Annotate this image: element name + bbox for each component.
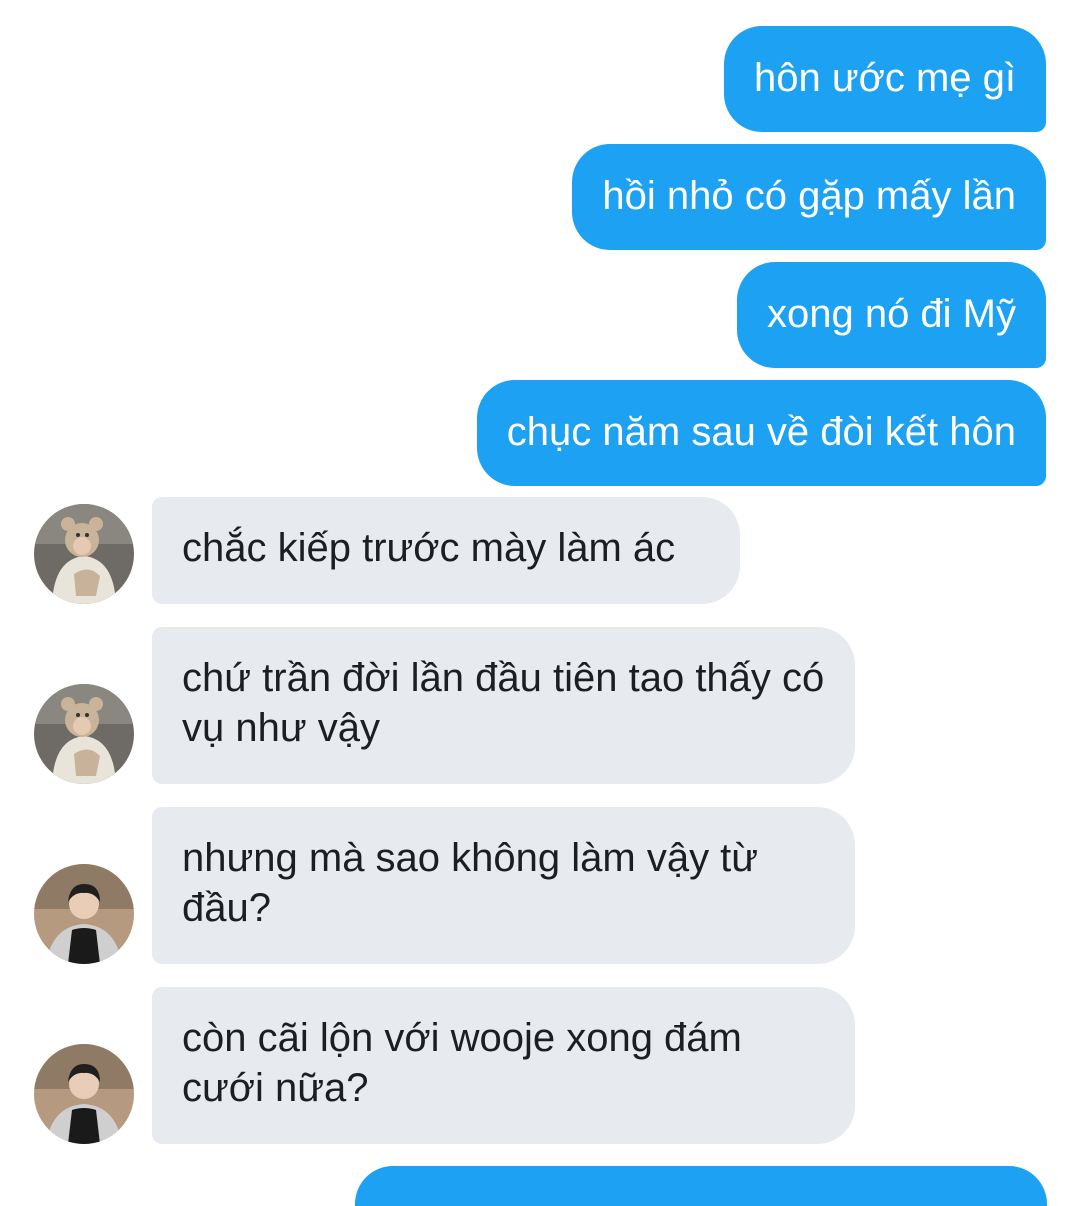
message-text: hồi nhỏ có gặp mấy lần xyxy=(602,174,1016,218)
message-text: chục năm sau về đòi kết hôn xyxy=(506,410,1016,454)
received-message[interactable]: còn cãi lộn với wooje xong đám cưới nữa? xyxy=(152,987,855,1144)
sent-message[interactable]: hôn ước mẹ gì xyxy=(723,26,1046,132)
message-text: xong nó đi Mỹ xyxy=(766,292,1016,336)
received-message[interactable]: nhưng mà sao không làm vậy từ đầu? xyxy=(152,807,855,964)
avatar-boy[interactable] xyxy=(34,864,134,964)
sent-message-partial[interactable] xyxy=(355,1166,1047,1206)
message-text: nhưng mà sao không làm vậy từ đầu? xyxy=(182,836,759,930)
avatar-bear-hat[interactable] xyxy=(34,504,134,604)
message-thread: hôn ước mẹ gì hồi nhỏ có gặp mấy lần xon… xyxy=(0,0,1080,1206)
message-text: chứ trần đời lần đầu tiên tao thấy có vụ… xyxy=(182,656,825,750)
sent-message[interactable]: hồi nhỏ có gặp mấy lần xyxy=(572,144,1046,250)
received-message[interactable]: chứ trần đời lần đầu tiên tao thấy có vụ… xyxy=(152,627,855,784)
avatar-boy[interactable] xyxy=(34,1044,134,1144)
sent-message[interactable]: xong nó đi Mỹ xyxy=(736,262,1046,368)
sent-message[interactable]: chục năm sau về đòi kết hôn xyxy=(476,380,1046,486)
message-text: còn cãi lộn với wooje xong đám cưới nữa? xyxy=(182,1016,742,1110)
avatar-bear-hat[interactable] xyxy=(34,684,134,784)
message-text: hôn ước mẹ gì xyxy=(753,56,1016,100)
message-text: chắc kiếp trước mày làm ác xyxy=(182,526,676,570)
received-message[interactable]: chắc kiếp trước mày làm ác xyxy=(152,497,740,604)
